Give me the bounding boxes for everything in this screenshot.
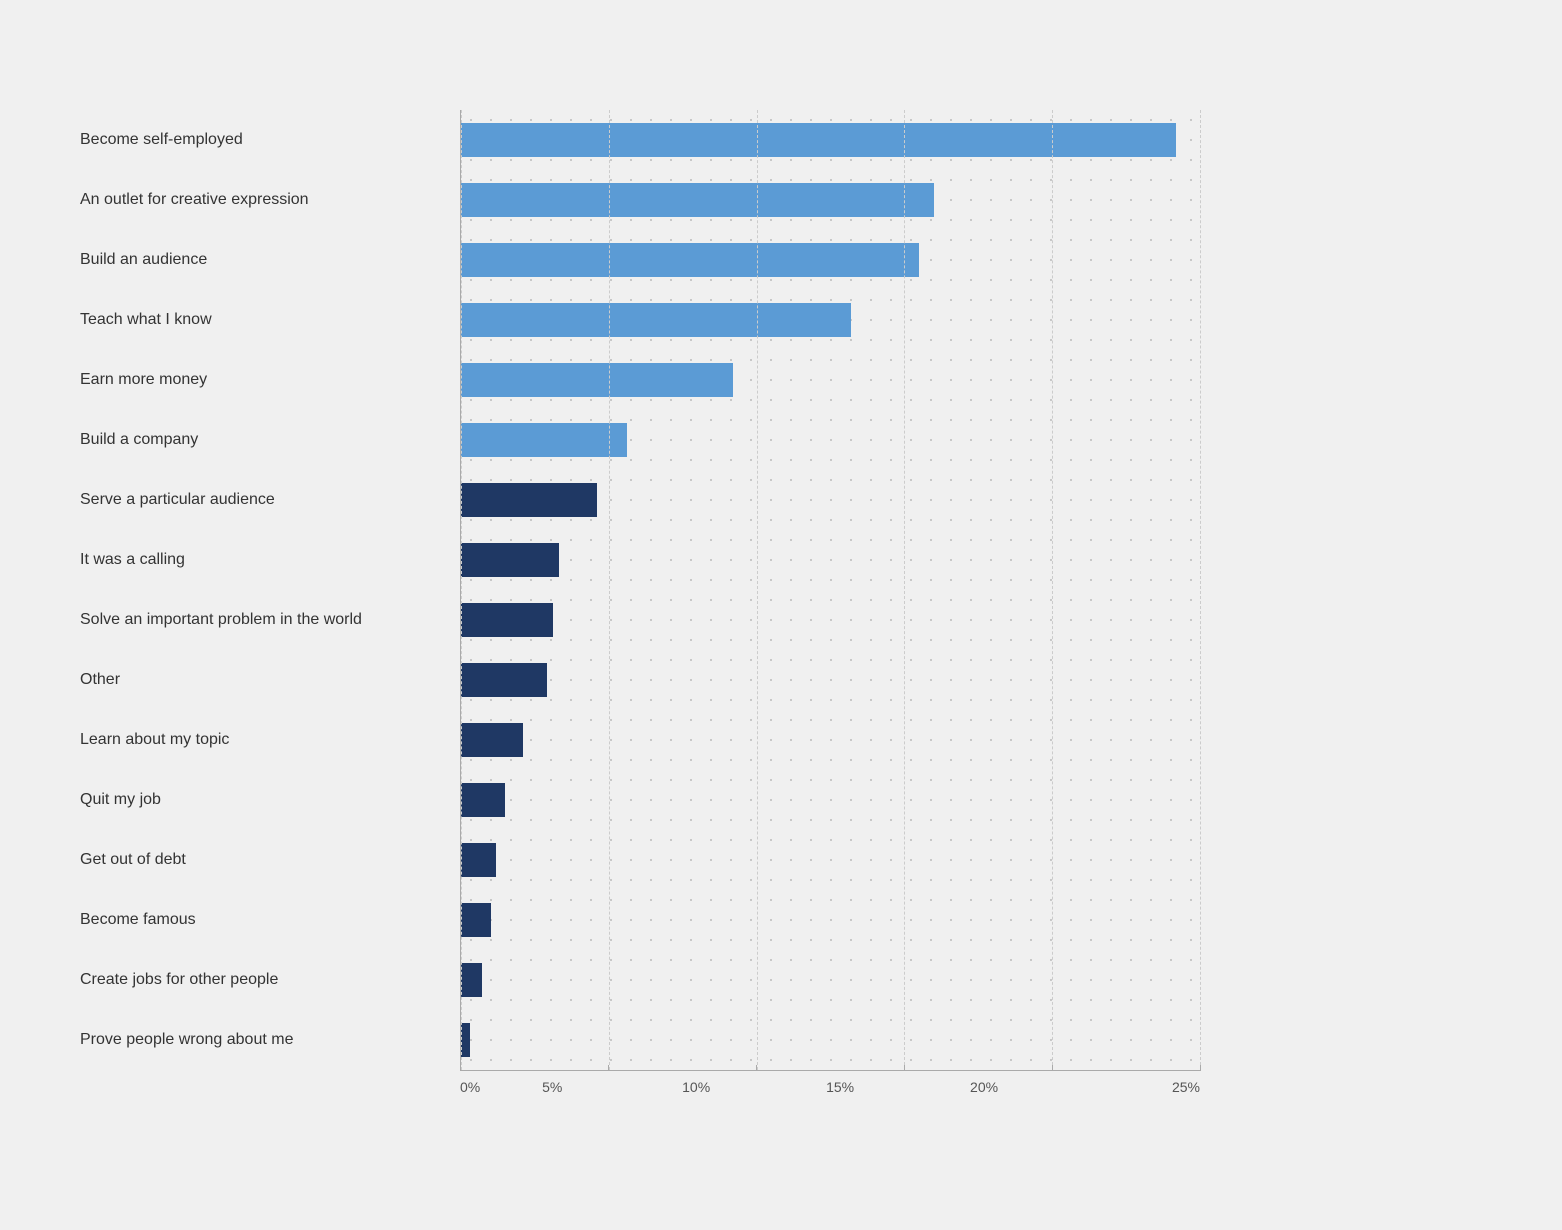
bar-row: [461, 170, 1200, 230]
bar: [461, 543, 559, 577]
bar-row: [461, 650, 1200, 710]
bar-label: Learn about my topic: [80, 710, 460, 770]
x-tick-label: 15%: [768, 1079, 912, 1095]
bar-label: It was a calling: [80, 530, 460, 590]
bar-row: [461, 950, 1200, 1010]
bar: [461, 423, 627, 457]
bar-label: Teach what I know: [80, 290, 460, 350]
bar: [461, 363, 733, 397]
bar: [461, 183, 934, 217]
bar-label: Get out of debt: [80, 830, 460, 890]
x-axis-tick: [756, 1065, 757, 1071]
bar-row: [461, 710, 1200, 770]
bar: [461, 903, 491, 937]
bar: [461, 663, 547, 697]
x-axis-tick: [608, 1065, 609, 1071]
bar-label: Build an audience: [80, 230, 460, 290]
bar-row: [461, 830, 1200, 890]
bar-label: Serve a particular audience: [80, 470, 460, 530]
x-axis-tick: [904, 1065, 905, 1071]
bar-label: Become famous: [80, 890, 460, 950]
bar-label: Prove people wrong about me: [80, 1010, 460, 1070]
bar-row: [461, 530, 1200, 590]
bar-label: An outlet for creative expression: [80, 170, 460, 230]
bar-label: Other: [80, 650, 460, 710]
x-tick-label: 5%: [480, 1079, 624, 1095]
bar: [461, 483, 597, 517]
chart-container: Become self-employedAn outlet for creati…: [40, 40, 1240, 1155]
bar: [461, 303, 851, 337]
chart-area: Become self-employedAn outlet for creati…: [80, 110, 1200, 1095]
bar-row: [461, 110, 1200, 170]
bar-label: Solve an important problem in the world: [80, 590, 460, 650]
bar-label: Create jobs for other people: [80, 950, 460, 1010]
x-axis: 0%5%10%15%20%25%: [460, 1070, 1200, 1095]
bar-row: [461, 770, 1200, 830]
bar-label: Earn more money: [80, 350, 460, 410]
bar: [461, 783, 505, 817]
x-tick-label: 0%: [460, 1079, 480, 1095]
x-axis-tick: [1052, 1065, 1053, 1071]
bar: [461, 603, 553, 637]
labels-column: Become self-employedAn outlet for creati…: [80, 110, 460, 1070]
bar-row: [461, 230, 1200, 290]
bar: [461, 123, 1176, 157]
x-axis-tick: [460, 1065, 461, 1071]
bar: [461, 963, 482, 997]
bars-column: [460, 110, 1200, 1070]
bar-row: [461, 890, 1200, 950]
bar: [461, 1023, 470, 1057]
bar-label: Become self-employed: [80, 110, 460, 170]
bar: [461, 723, 523, 757]
bar-label: Quit my job: [80, 770, 460, 830]
x-tick-label: 10%: [624, 1079, 768, 1095]
grid-line: [1200, 110, 1201, 1070]
bar-row: [461, 290, 1200, 350]
bar-row: [461, 470, 1200, 530]
x-axis-tick: [1200, 1065, 1201, 1071]
bar-row: [461, 350, 1200, 410]
bar-row: [461, 590, 1200, 650]
chart-body: Become self-employedAn outlet for creati…: [80, 110, 1200, 1070]
bar: [461, 243, 919, 277]
bar-row: [461, 1010, 1200, 1070]
x-tick-label: 25%: [1056, 1079, 1200, 1095]
bar-label: Build a company: [80, 410, 460, 470]
x-tick-label: 20%: [912, 1079, 1056, 1095]
bar: [461, 843, 496, 877]
bar-row: [461, 410, 1200, 470]
